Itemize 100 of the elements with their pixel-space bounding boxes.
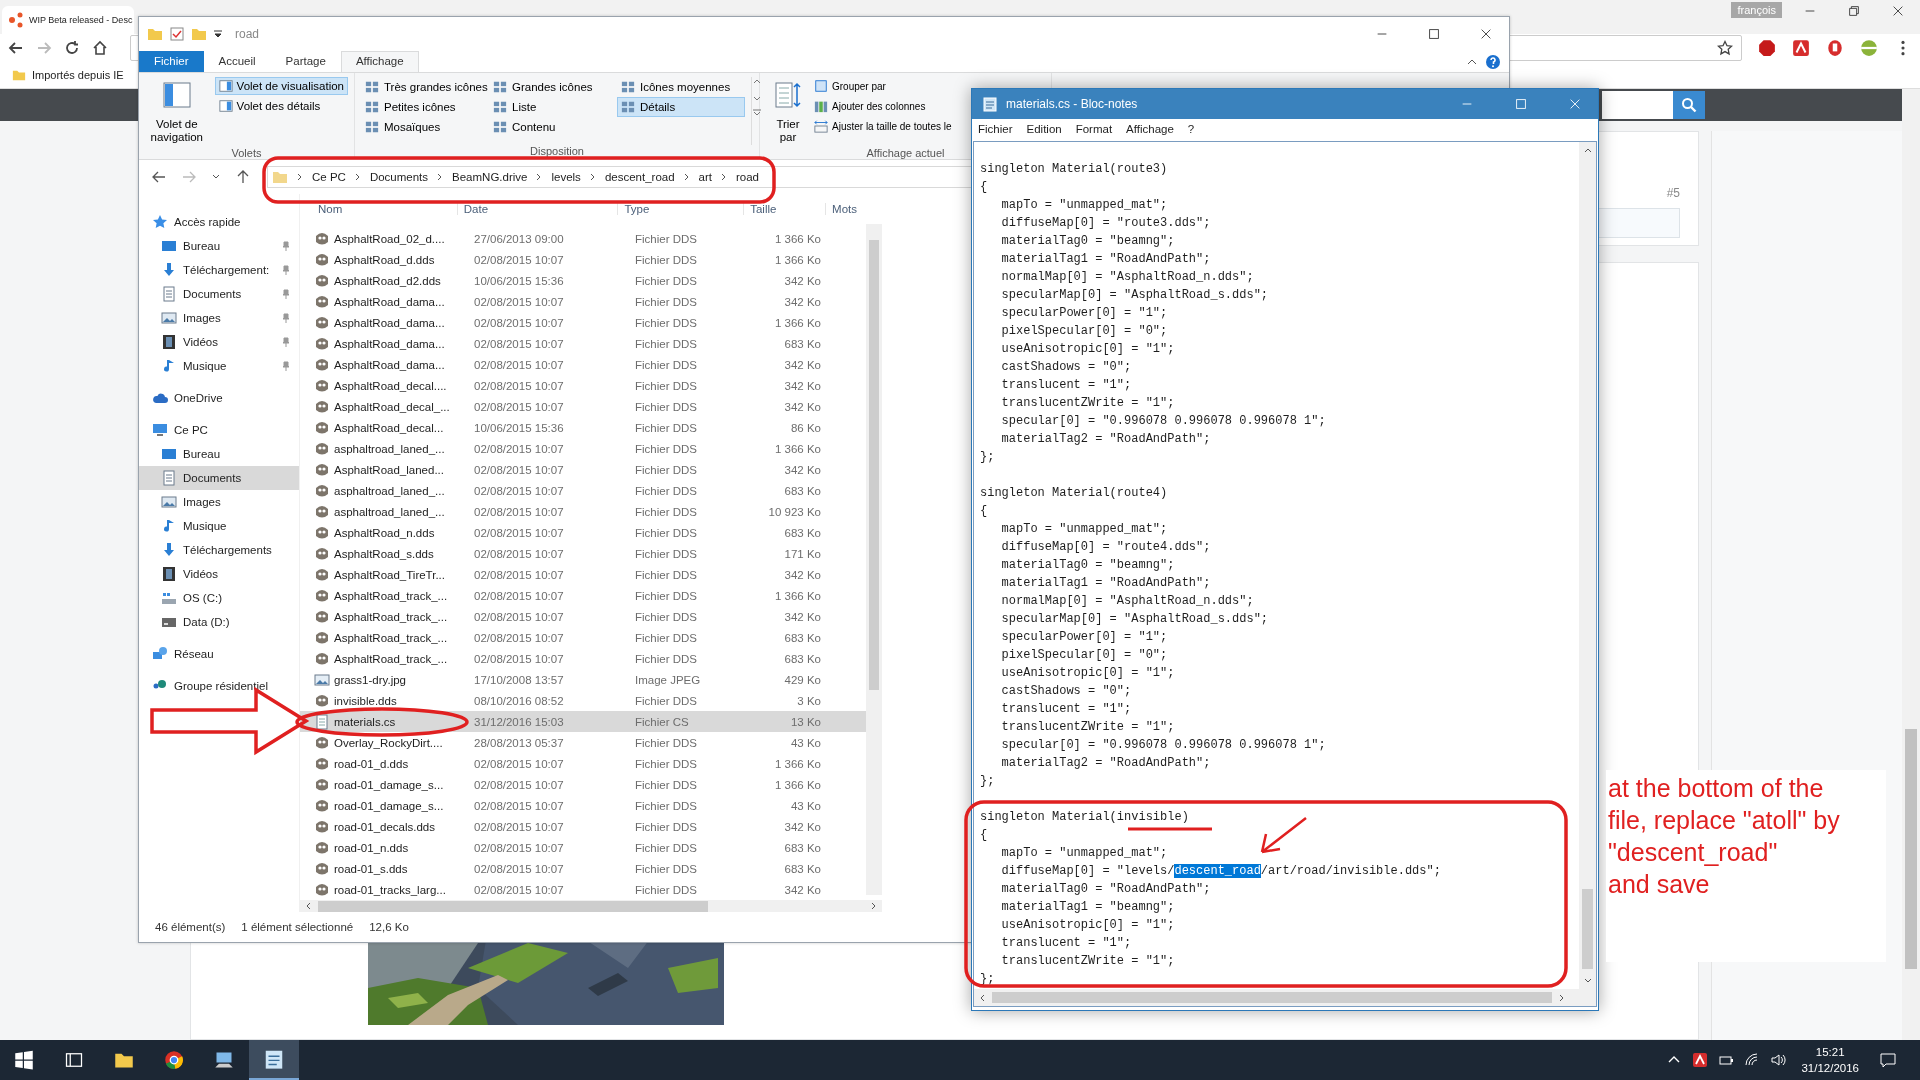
scrollbar-thumb[interactable] xyxy=(1905,729,1917,969)
layout-option[interactable]: Liste xyxy=(489,97,617,117)
scrollbar-thumb[interactable] xyxy=(1582,889,1593,969)
column-header[interactable]: Taille xyxy=(744,203,827,215)
computer-icon[interactable] xyxy=(214,1050,234,1070)
checklist-icon[interactable] xyxy=(169,26,185,42)
notification-icon[interactable] xyxy=(1880,1052,1896,1068)
taskbar-app-button[interactable] xyxy=(249,1040,299,1080)
file-row[interactable]: AsphaltRoad_track_... 02/08/2015 10:07 Fichier DDS 683 Ko xyxy=(300,648,866,669)
file-row[interactable]: AsphaltRoad_track_... 02/08/2015 10:07 Fichier DDS 683 Ko xyxy=(300,627,866,648)
up-arrow-icon[interactable] xyxy=(235,169,251,185)
nav-item[interactable]: Data (D:) xyxy=(139,610,299,634)
nav-item[interactable]: Groupe résidentiel xyxy=(139,674,299,698)
file-row[interactable]: materials.cs 31/12/2016 15:03 Fichier CS 13 Ko xyxy=(300,711,866,732)
dropdown-icon[interactable] xyxy=(213,29,223,39)
navigation-pane-button[interactable]: Volet de navigation xyxy=(145,77,209,148)
layout-option[interactable]: Mosaïques xyxy=(361,117,489,137)
file-row[interactable]: AsphaltRoad_dama... 02/08/2015 10:07 Fichier DDS 683 Ko xyxy=(300,333,866,354)
address-field[interactable]: Ce PC Documents BeamNG.drive levels descent_road art road xyxy=(267,166,973,188)
menu-item[interactable]: Edition xyxy=(1026,123,1062,135)
file-row[interactable]: AsphaltRoad_d2.dds 10/06/2015 15:36 Fichier DDS 342 Ko xyxy=(300,270,866,291)
file-row[interactable]: road-01_damage_s... 02/08/2015 10:07 Fichier DDS 43 Ko xyxy=(300,795,866,816)
nav-item[interactable]: OneDrive xyxy=(139,386,299,410)
file-row[interactable]: AsphaltRoad_02_d.... 27/06/2013 09:00 Fichier DDS 1 366 Ko xyxy=(300,228,866,249)
pin-icon[interactable] xyxy=(281,361,291,371)
page-scrollbar[interactable] xyxy=(1902,89,1920,1040)
menu-item[interactable]: ? xyxy=(1187,123,1195,135)
scrollbar-thumb[interactable] xyxy=(318,900,708,912)
file-row[interactable]: Overlay_RockyDirt.... 28/08/2013 05:37 Fichier DDS 43 Ko xyxy=(300,732,866,753)
file-row[interactable]: road-01_s.dds 02/08/2015 10:07 Fichier DDS 683 Ko xyxy=(300,858,866,879)
file-row[interactable]: grass1-dry.jpg 17/10/2008 13:57 Image JPEG 429 Ko xyxy=(300,669,866,690)
clock-button[interactable]: 15:21 31/12/2016 xyxy=(1801,1044,1859,1076)
file-row[interactable]: asphaltroad_laned_... 02/08/2015 10:07 Fichier DDS 1 366 Ko xyxy=(300,438,866,459)
windows-logo-icon[interactable] xyxy=(14,1050,34,1070)
nav-item[interactable]: Bureau xyxy=(139,442,299,466)
layout-option[interactable]: Icônes moyennes xyxy=(617,77,745,97)
nav-item[interactable]: Vidéos xyxy=(139,330,299,354)
file-row[interactable]: AsphaltRoad_n.dds 02/08/2015 10:07 Fichier DDS 683 Ko xyxy=(300,522,866,543)
menu-item[interactable]: Affichage xyxy=(1126,123,1174,135)
ribbon-tab[interactable]: Partage xyxy=(270,51,341,72)
pin-icon[interactable] xyxy=(281,265,291,275)
nav-item[interactable]: OS (C:) xyxy=(139,586,299,610)
file-row[interactable]: AsphaltRoad_s.dds 02/08/2015 10:07 Fichier DDS 171 Ko xyxy=(300,543,866,564)
file-row[interactable]: road-01_tracks_larg... 02/08/2015 10:07 Fichier DDS 342 Ko xyxy=(300,879,866,900)
layout-option[interactable]: Détails xyxy=(617,97,745,117)
nav-item[interactable]: Ce PC xyxy=(139,418,299,442)
nav-item[interactable]: Images xyxy=(139,490,299,514)
vertical-scrollbar[interactable] xyxy=(866,224,882,895)
help-icon[interactable] xyxy=(1485,53,1501,70)
file-row[interactable]: AsphaltRoad_dama... 02/08/2015 10:07 Fichier DDS 342 Ko xyxy=(300,354,866,375)
sort-by-button[interactable]: Trier par xyxy=(766,77,810,148)
nav-item[interactable]: Documents xyxy=(139,466,299,490)
bookmark-folder[interactable]: Importés depuis IE xyxy=(12,68,124,82)
pane-toggle-button[interactable]: Volet de visualisation xyxy=(214,77,348,95)
file-row[interactable]: AsphaltRoad_decal_... 02/08/2015 10:07 Fichier DDS 342 Ko xyxy=(300,396,866,417)
file-row[interactable]: road-01_n.dds 02/08/2015 10:07 Fichier DDS 683 Ko xyxy=(300,837,866,858)
horizontal-scrollbar[interactable] xyxy=(300,900,882,912)
file-row[interactable]: AsphaltRoad_dama... 02/08/2015 10:07 Fichier DDS 342 Ko xyxy=(300,291,866,312)
search-field[interactable] xyxy=(1602,91,1673,119)
file-row[interactable]: asphaltroad_laned_... 02/08/2015 10:07 Fichier DDS 683 Ko xyxy=(300,480,866,501)
pin-icon[interactable] xyxy=(281,241,291,251)
file-row[interactable]: AsphaltRoad_laned... 02/08/2015 10:07 Fichier DDS 342 Ko xyxy=(300,459,866,480)
file-row[interactable]: AsphaltRoad_track_... 02/08/2015 10:07 Fichier DDS 1 366 Ko xyxy=(300,585,866,606)
column-header[interactable]: Type xyxy=(618,203,745,215)
ribbon-tab[interactable]: Fichier xyxy=(139,51,204,72)
volume-icon[interactable] xyxy=(1770,1052,1787,1068)
file-row[interactable]: AsphaltRoad_TireTr... 02/08/2015 10:07 Fichier DDS 342 Ko xyxy=(300,564,866,585)
home-icon[interactable] xyxy=(92,40,108,56)
file-row[interactable]: AsphaltRoad_decal... 10/06/2015 15:36 Fichier DDS 86 Ko xyxy=(300,417,866,438)
layout-option[interactable]: Très grandes icônes xyxy=(361,77,489,97)
file-row[interactable]: road-01_damage_s... 02/08/2015 10:07 Fichier DDS 1 366 Ko xyxy=(300,774,866,795)
back-arrow-icon[interactable] xyxy=(151,169,167,185)
ribbon-tab[interactable]: Accueil xyxy=(203,51,271,72)
group-by-button[interactable]: Grouper par xyxy=(812,77,888,95)
stop-sign-icon[interactable] xyxy=(1758,39,1776,57)
menu-item[interactable]: Fichier xyxy=(978,123,1013,135)
file-row[interactable]: AsphaltRoad_decal.... 02/08/2015 10:07 Fichier DDS 342 Ko xyxy=(300,375,866,396)
nav-item[interactable]: Vidéos xyxy=(139,562,299,586)
ribbon-tab[interactable]: Affichage xyxy=(340,51,419,72)
pin-icon[interactable] xyxy=(281,313,291,323)
scrollbar-thumb[interactable] xyxy=(869,240,879,690)
nav-item[interactable]: Accès rapide xyxy=(139,210,299,234)
file-row[interactable]: road-01_d.dds 02/08/2015 10:07 Fichier DDS 1 366 Ko xyxy=(300,753,866,774)
file-row[interactable]: asphaltroad_laned_... 02/08/2015 10:07 Fichier DDS 10 923 Ko xyxy=(300,501,866,522)
search-button[interactable] xyxy=(1673,91,1705,119)
vertical-scrollbar[interactable] xyxy=(1579,142,1596,989)
fit-columns-button[interactable]: Ajuster la taille de toutes le xyxy=(812,117,954,135)
file-row[interactable]: AsphaltRoad_d.dds 02/08/2015 10:07 Fichier DDS 1 366 Ko xyxy=(300,249,866,270)
column-header[interactable]: Mots xyxy=(826,203,866,215)
file-row[interactable]: invisible.dds 08/10/2016 08:52 Fichier DDS 3 Ko xyxy=(300,690,866,711)
menu-item[interactable]: Format xyxy=(1075,123,1113,135)
task-view-icon[interactable] xyxy=(64,1050,84,1070)
pane-toggle-button[interactable]: Volet des détails xyxy=(214,97,325,115)
nav-item[interactable]: Bureau xyxy=(139,234,299,258)
pin-icon[interactable] xyxy=(281,289,291,299)
file-row[interactable]: AsphaltRoad_dama... 02/08/2015 10:07 Fichier DDS 1 366 Ko xyxy=(300,312,866,333)
layout-option[interactable]: Contenu xyxy=(489,117,617,137)
reload-icon[interactable] xyxy=(64,40,80,56)
browser-icon[interactable] xyxy=(164,1050,184,1070)
star-outline-icon[interactable] xyxy=(1717,40,1733,56)
